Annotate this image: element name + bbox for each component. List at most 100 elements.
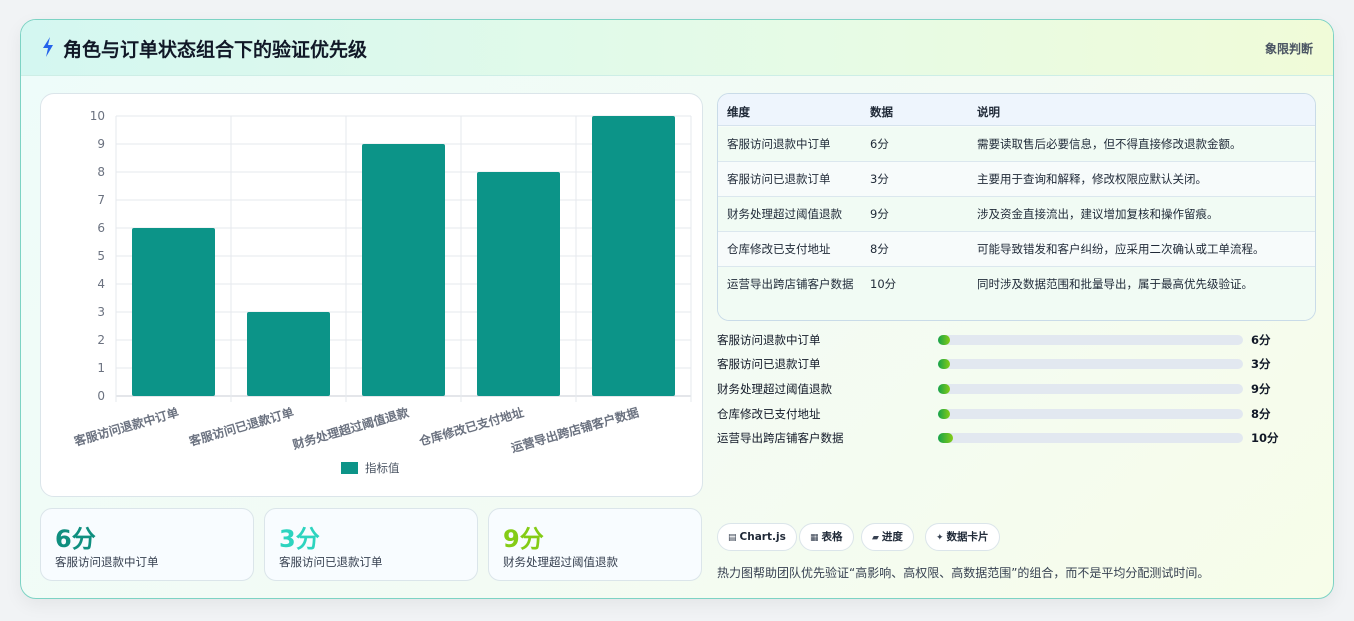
progress-fill [938, 384, 951, 394]
legend-swatch [341, 462, 358, 474]
y-tick-label: 0 [97, 389, 105, 403]
stat-card-2: 3分 客服访问已退款订单 [264, 508, 478, 581]
table-cell-dimension: 运营导出跨店铺客户数据 [727, 277, 854, 291]
progress-icon: ▰ [872, 533, 879, 543]
y-tick-label: 4 [97, 277, 105, 291]
stat-value: 9分 [503, 525, 544, 553]
y-tick-label: 3 [97, 305, 105, 319]
progress-value: 9分 [1251, 382, 1271, 396]
table-cell-value: 10分 [870, 277, 897, 291]
progress-track [938, 409, 1243, 419]
card-header: 角色与订单状态组合下的验证优先级 象限判断 [21, 20, 1333, 76]
chip-progress[interactable]: ▰ 进度 [861, 523, 914, 551]
progress-label: 客服访问已退款订单 [717, 357, 821, 371]
table-row: 运营导出跨店铺客户数据 10分 同时涉及数据范围和批量导出，属于最高优先级验证。 [718, 267, 1315, 320]
progress-row: 客服访问已退款订单 3分 [717, 356, 1287, 372]
progress-fill [938, 359, 951, 369]
y-tick-label: 6 [97, 221, 105, 235]
chip-label: 数据卡片 [946, 531, 989, 543]
stat-card-1: 6分 客服访问退款中订单 [40, 508, 254, 581]
table-row: 财务处理超过阈值退款 9分 涉及资金直接流出，建议增加复核和操作留痕。 [718, 197, 1315, 232]
progress-label: 运营导出跨店铺客户数据 [717, 431, 844, 445]
progress-label: 仓库修改已支付地址 [717, 407, 821, 421]
progress-row: 财务处理超过阈值退款 9分 [717, 381, 1287, 397]
bar-chart-svg: 0 1 2 3 4 5 6 7 8 9 10 客服访问退款中订单 客服访问已退款订单财务处理超过阈值退款… [71, 109, 692, 475]
table-cell-description: 涉及资金直接流出，建议增加复核和操作留痕。 [977, 207, 1219, 221]
table-row: 仓库修改已支付地址 8分 可能导致错发和客户纠纷，应采用二次确认或工单流程。 [718, 232, 1315, 267]
stat-card-3: 9分 财务处理超过阈值退款 [488, 508, 702, 581]
progress-fill [938, 433, 954, 443]
footnote: 热力图帮助团队优先验证“高影响、高权限、高数据范围”的组合，而不是平均分配测试时… [717, 566, 1210, 580]
chip-data-cards[interactable]: ✦ 数据卡片 [925, 523, 1000, 551]
table-cell-description: 主要用于查询和解释，修改权限应默认关闭。 [977, 172, 1207, 186]
progress-value: 8分 [1251, 407, 1271, 421]
x-tick-label: 客服访问已退款订单 [186, 404, 295, 448]
y-tick-label: 10 [90, 109, 105, 123]
bar [477, 172, 560, 396]
lightning-icon [43, 37, 53, 57]
table-cell-value: 9分 [870, 207, 889, 221]
y-tick-label: 7 [97, 193, 105, 207]
stat-label: 客服访问已退款订单 [279, 555, 383, 569]
table-row: 客服访问已退款订单 3分 主要用于查询和解释，修改权限应默认关闭。 [718, 162, 1315, 197]
y-tick-label: 5 [97, 249, 105, 263]
x-tick-label: 财务处理超过阈值退款 [290, 404, 411, 452]
chip-chartjs[interactable]: ▤ Chart.js [717, 523, 797, 551]
table-cell-dimension: 仓库修改已支付地址 [727, 242, 831, 256]
table-header-cell: 说明 [977, 105, 1000, 119]
legend-label: 指标值 [365, 461, 400, 475]
progress-track [938, 384, 1243, 394]
table-cell-value: 8分 [870, 242, 889, 256]
x-tick-label: 运营导出跨店铺客户数据 [509, 404, 640, 455]
y-tick-label: 1 [97, 361, 105, 375]
chip-table[interactable]: ▦ 表格 [799, 523, 854, 551]
progress-track [938, 433, 1243, 443]
bar [132, 228, 215, 396]
bar [247, 312, 330, 396]
table-cell-dimension: 客服访问退款中订单 [727, 137, 831, 151]
progress-fill [938, 409, 951, 419]
dashboard-card: 角色与订单状态组合下的验证优先级 象限判断 0 1 2 3 4 5 6 7 8 9 10 客服访问退款… [20, 19, 1334, 599]
stat-value: 3分 [279, 525, 320, 553]
table-cell-value: 6分 [870, 137, 889, 151]
stat-label: 客服访问退款中订单 [55, 555, 159, 569]
progress-row: 仓库修改已支付地址 8分 [717, 406, 1287, 422]
x-tick-label: 客服访问退款中订单 [71, 404, 180, 448]
table-row: 客服访问退款中订单 6分 需要读取售后必要信息，但不得直接修改退款金额。 [718, 127, 1315, 162]
progress-label: 客服访问退款中订单 [717, 333, 821, 347]
table-header-cell: 数据 [870, 105, 893, 119]
progress-value: 10分 [1251, 431, 1279, 445]
table-cell-description: 同时涉及数据范围和批量导出，属于最高优先级验证。 [977, 277, 1253, 291]
progress-track [938, 335, 1243, 345]
table-header: 维度 数据 说明 [718, 94, 1315, 126]
chip-label: Chart.js [739, 531, 786, 543]
chip-label: 进度 [881, 531, 903, 543]
table-cell-dimension: 客服访问已退款订单 [727, 172, 831, 186]
y-tick-label: 2 [97, 333, 105, 347]
y-tick-label: 8 [97, 165, 105, 179]
sparkle-icon: ✦ [936, 533, 944, 543]
table-cell-description: 可能导致错发和客户纠纷，应采用二次确认或工单流程。 [977, 242, 1265, 256]
progress-value: 3分 [1251, 357, 1271, 371]
chart-icon: ▤ [728, 533, 737, 543]
table-header-cell: 维度 [727, 105, 750, 119]
bar [362, 144, 445, 396]
stat-label: 财务处理超过阈值退款 [503, 555, 618, 569]
page-title: 角色与订单状态组合下的验证优先级 [63, 39, 368, 61]
progress-fill [938, 335, 951, 345]
progress-track [938, 359, 1243, 369]
stat-value: 6分 [55, 525, 96, 553]
progress-value: 6分 [1251, 333, 1271, 347]
progress-label: 财务处理超过阈值退款 [717, 382, 832, 396]
quadrant-tag: 象限判断 [1264, 42, 1313, 56]
data-table: 维度 数据 说明 客服访问退款中订单 6分 需要读取售后必要信息，但不得直接修改… [717, 93, 1316, 321]
table-icon: ▦ [810, 533, 819, 543]
table-cell-value: 3分 [870, 172, 889, 186]
progress-row: 客服访问退款中订单 6分 [717, 332, 1287, 348]
bar [592, 116, 675, 396]
bar-chart: 0 1 2 3 4 5 6 7 8 9 10 客服访问退款中订单 客服访问已退款订单 财务处理超过阈值退款… [40, 93, 703, 497]
chip-label: 表格 [821, 531, 843, 543]
table-cell-description: 需要读取售后必要信息，但不得直接修改退款金额。 [977, 137, 1242, 151]
y-tick-label: 9 [97, 137, 105, 151]
table-cell-dimension: 财务处理超过阈值退款 [727, 207, 842, 221]
